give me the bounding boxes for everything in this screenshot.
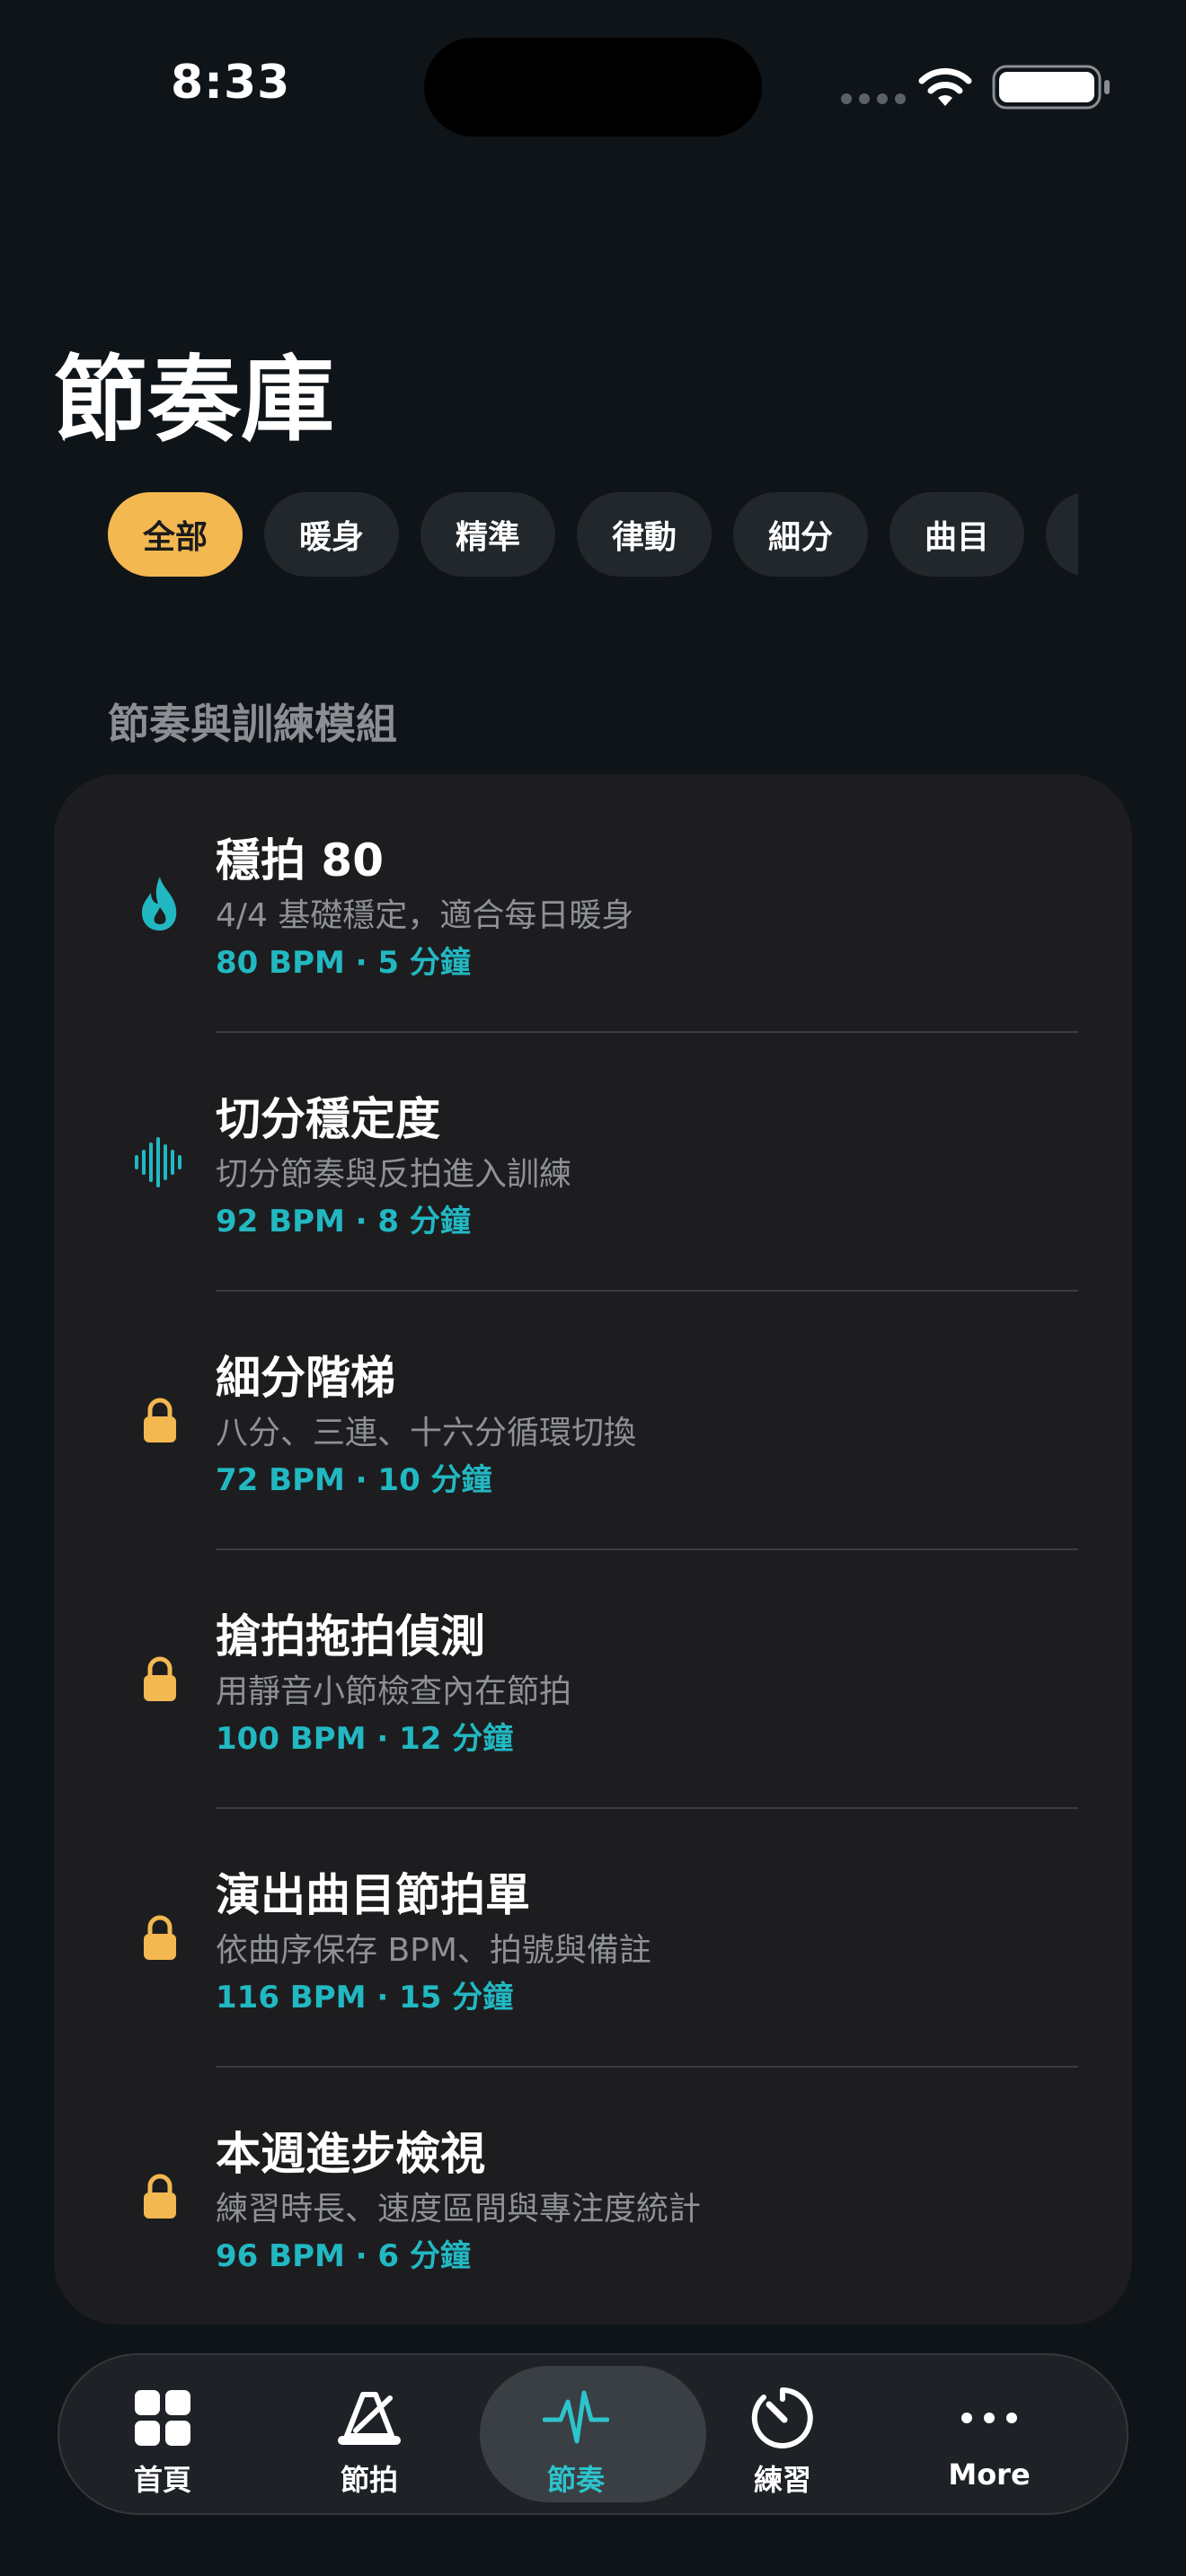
tab-metronome[interactable]: 節拍 [266,2355,473,2513]
item-title: 切分穩定度 [216,1093,440,1145]
waveform-icon [124,1126,196,1198]
item-description: 八分、三連、十六分循環切換 [216,1415,637,1451]
dynamic-island [424,38,762,137]
cellular-signal-icon [841,93,906,104]
lock-icon [124,1385,196,1457]
tab-label: 練習 [753,2463,811,2497]
item-description: 練習時長、速度區間與專注度統計 [216,2191,702,2228]
item-description: 用靜音小節檢查內在節拍 [216,1673,572,1710]
filter-chip-precision[interactable]: 精準 [420,492,555,577]
item-meta: 96 BPM · 6 分鐘 [216,2238,471,2274]
tab-rhythm[interactable]: 節奏 [473,2355,679,2513]
filter-chip-subdivision[interactable]: 細分 [733,492,868,577]
item-description: 依曲序保存 BPM、拍號與備註 [216,1932,651,1969]
lock-icon [124,1644,196,1716]
filter-chip-groove[interactable]: 律動 [577,492,712,577]
filter-chip-more[interactable] [1046,492,1078,577]
grid-icon [127,2386,199,2450]
item-title: 演出曲目節拍單 [216,1869,530,1921]
item-meta: 92 BPM · 8 分鐘 [216,1204,471,1239]
filter-chips: 全部 暖身 精準 律動 細分 曲目 [108,492,1078,578]
pulse-icon [540,2386,612,2450]
list-item[interactable]: 切分穩定度 切分節奏與反拍進入訓練 92 BPM · 8 分鐘 [54,1033,1132,1292]
item-description: 切分節奏與反拍進入訓練 [216,1156,572,1193]
tab-label: 節奏 [546,2463,605,2497]
status-bar: 8:33 [0,0,1186,180]
filter-chip-warmup[interactable]: 暖身 [264,492,399,577]
metronome-icon [333,2386,405,2450]
list-item[interactable]: 搶拍拖拍偵測 用靜音小節檢查內在節拍 100 BPM · 12 分鐘 [54,1550,1132,1809]
section-title: 節奏與訓練模組 [108,700,397,748]
filter-chip-all[interactable]: 全部 [108,492,243,577]
item-description: 4/4 基礎穩定，適合每日暖身 [216,897,634,934]
item-title: 搶拍拖拍偵測 [216,1610,485,1663]
tab-label: 首頁 [133,2463,191,2497]
item-title: 細分階梯 [216,1352,395,1404]
tab-home[interactable]: 首頁 [59,2355,266,2513]
list-item[interactable]: 穩拍 80 4/4 基礎穩定，適合每日暖身 80 BPM · 5 分鐘 [54,774,1132,1033]
tab-more[interactable]: More [886,2355,1093,2513]
module-list: 穩拍 80 4/4 基礎穩定，適合每日暖身 80 BPM · 5 分鐘 切分穩定… [54,774,1132,2325]
flame-icon [124,868,196,940]
item-title: 本週進步檢視 [216,2128,485,2180]
more-icon [953,2386,1025,2450]
list-item[interactable]: 演出曲目節拍單 依曲序保存 BPM、拍號與備註 116 BPM · 15 分鐘 [54,1809,1132,2068]
tab-label: 節拍 [340,2463,398,2497]
status-time: 8:33 [171,56,291,110]
battery-icon [992,65,1114,110]
tab-practice[interactable]: 練習 [679,2355,886,2513]
filter-chip-repertoire[interactable]: 曲目 [890,492,1024,577]
tab-bar: 首頁 節拍 節奏 練習 More [58,2353,1128,2515]
item-meta: 100 BPM · 12 分鐘 [216,1721,514,1757]
lock-icon [124,1902,196,1974]
item-meta: 116 BPM · 15 分鐘 [216,1980,514,2016]
page-title: 節奏庫 [54,345,335,454]
wifi-icon [916,65,974,113]
item-title: 穩拍 80 [216,834,384,887]
tab-label: More [948,2457,1031,2492]
item-meta: 80 BPM · 5 分鐘 [216,945,471,981]
lock-icon [124,2161,196,2233]
list-item[interactable]: 本週進步檢視 練習時長、速度區間與專注度統計 96 BPM · 6 分鐘 [54,2068,1132,2325]
timer-icon [747,2386,819,2450]
list-item[interactable]: 細分階梯 八分、三連、十六分循環切換 72 BPM · 10 分鐘 [54,1292,1132,1550]
item-meta: 72 BPM · 10 分鐘 [216,1462,492,1498]
